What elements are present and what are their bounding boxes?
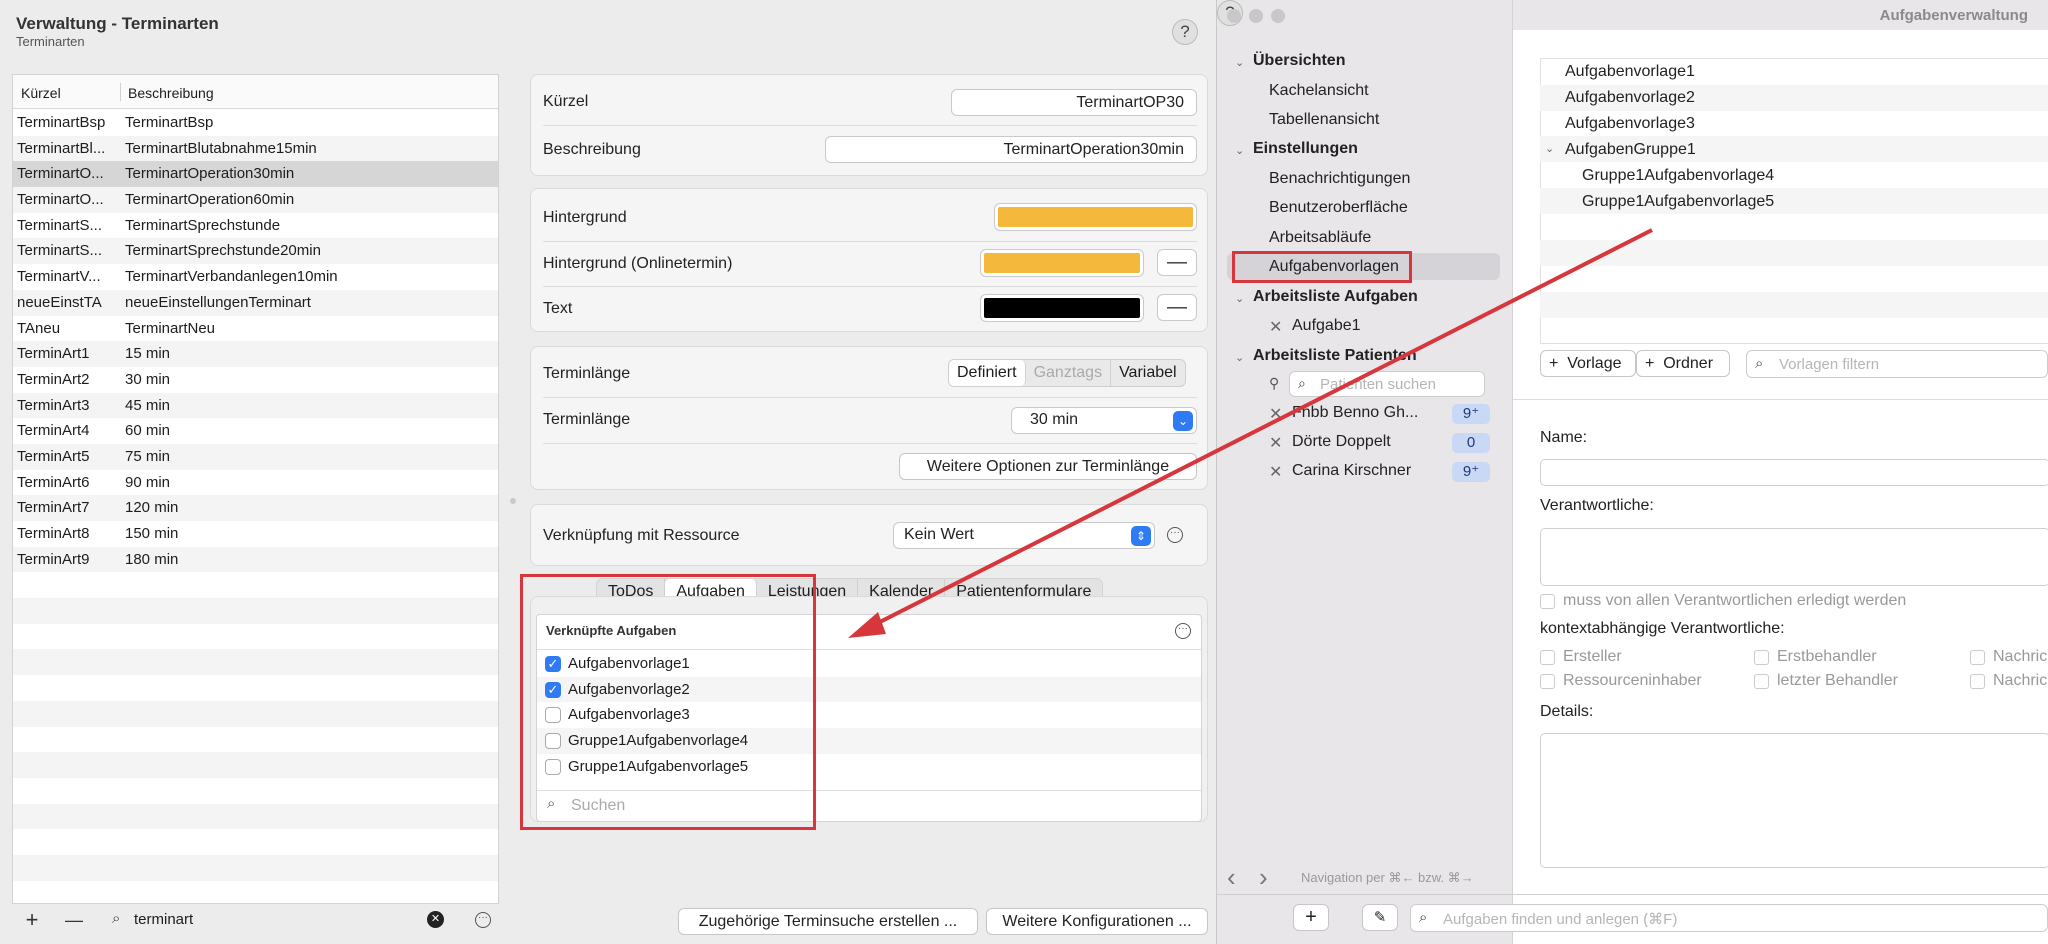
annotation-arrow [848, 228, 1653, 638]
annotation-arrow-line [867, 228, 1653, 630]
annotation-arrow-head [848, 612, 886, 638]
